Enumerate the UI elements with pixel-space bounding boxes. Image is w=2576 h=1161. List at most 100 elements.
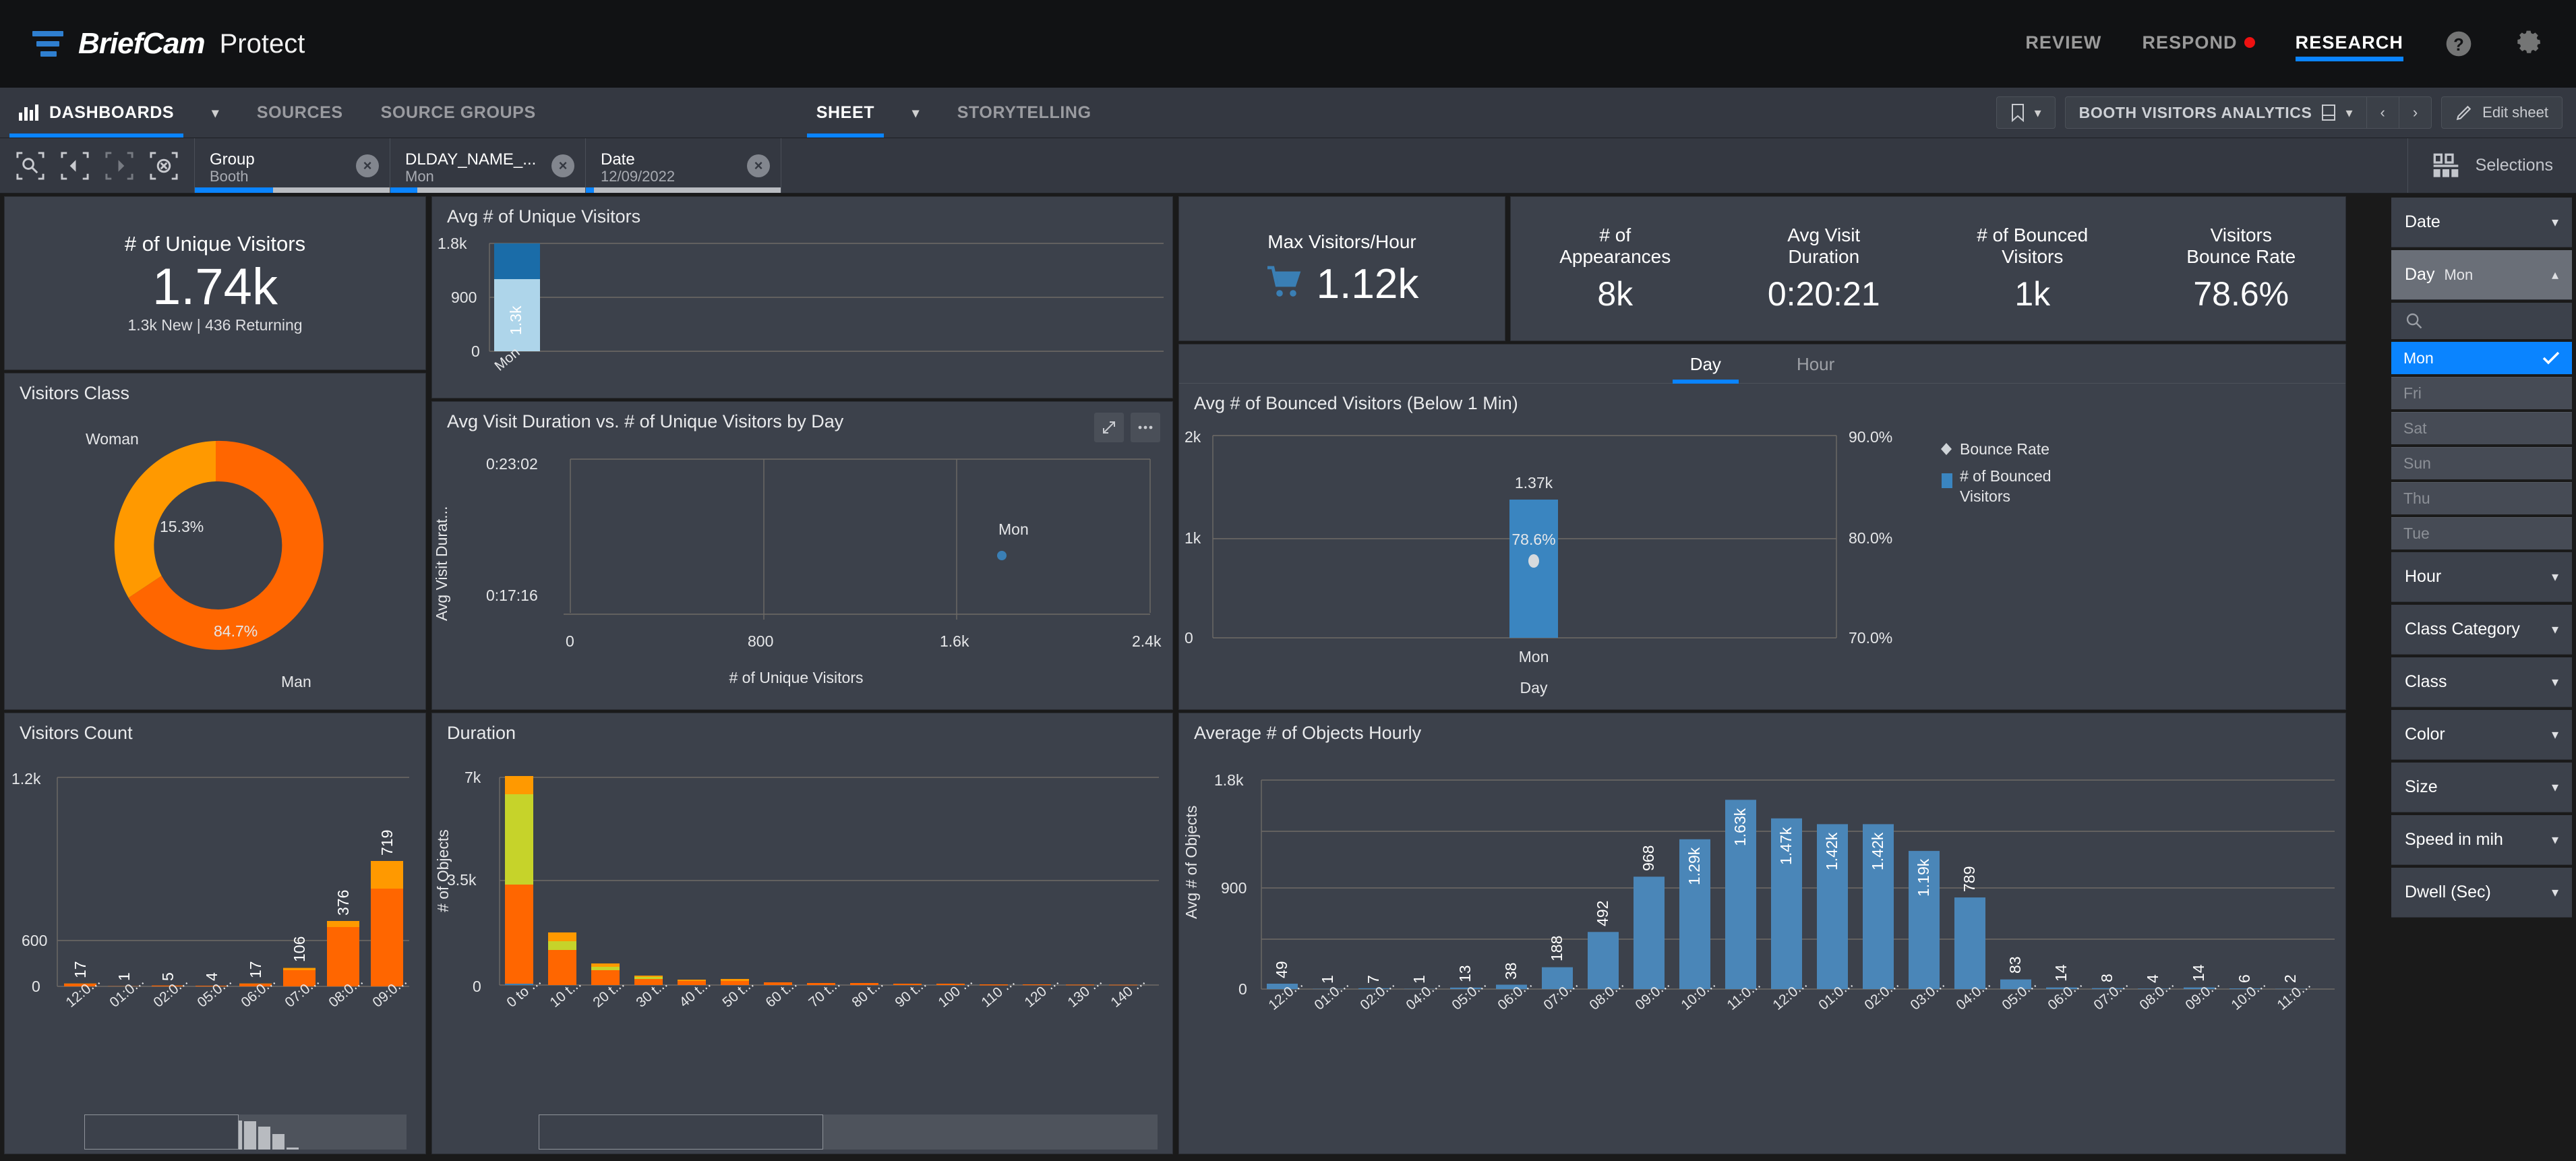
brand-logo: BriefCam Protect — [32, 27, 305, 61]
donut-label-man: Man — [281, 673, 311, 690]
duration-title: Duration — [432, 713, 1172, 744]
avg-objects-hourly-title: Average # of Objects Hourly — [1179, 713, 2345, 744]
filter-speed[interactable]: Speed in mih ▾ — [2391, 815, 2572, 865]
bar-value-label: 1.37k — [1515, 474, 1553, 492]
svg-text:90 t...: 90 t... — [892, 976, 929, 1010]
filter-day-option-sun[interactable]: Sun — [2391, 447, 2572, 479]
avg-objects-hourly-chart[interactable]: Avg # of Objects 1.8k 900 0 — [1179, 744, 2347, 1161]
edit-sheet-button[interactable]: Edit sheet — [2441, 96, 2563, 129]
filter-day-search[interactable] — [2391, 303, 2572, 339]
gear-icon[interactable] — [2514, 29, 2544, 59]
help-icon[interactable]: ? — [2444, 29, 2474, 59]
chevron-down-icon: ▾ — [2552, 726, 2558, 743]
nav-research[interactable]: RESEARCH — [2296, 15, 2403, 73]
filter-class[interactable]: Class ▾ — [2391, 657, 2572, 707]
prev-sheet-label: ‹ — [2380, 104, 2385, 121]
filter-day-option-thu[interactable]: Thu — [2391, 482, 2572, 514]
menu-bar: DASHBOARDS ▾ SOURCES SOURCE GROUPS SHEET… — [0, 88, 2576, 138]
donut-label-woman: Woman — [86, 430, 139, 448]
menu-sheet[interactable]: SHEET — [798, 88, 893, 138]
menu-sources[interactable]: SOURCES — [238, 88, 362, 138]
expand-icon[interactable] — [1094, 413, 1124, 442]
filter-size[interactable]: Size ▾ — [2391, 763, 2572, 812]
xtick: 0 — [566, 632, 574, 650]
bookmark-control[interactable]: ▾ — [1996, 96, 2056, 129]
filter-date[interactable]: Date ▾ — [2391, 198, 2572, 247]
edit-sheet-label: Edit sheet — [2482, 104, 2548, 121]
bookmark-button[interactable]: ▾ — [1997, 97, 2055, 128]
clear-dlday-filter-icon[interactable]: × — [551, 154, 574, 177]
filter-chip-date[interactable]: Date 12/09/2022 × — [586, 138, 781, 193]
primary-nav: REVIEW RESPOND RESEARCH ? — [2025, 15, 2544, 73]
filter-color[interactable]: Color ▾ — [2391, 710, 2572, 760]
filter-day-option-tue-label: Tue — [2403, 525, 2430, 543]
filter-day-option-fri[interactable]: Fri — [2391, 377, 2572, 409]
step-back-icon[interactable] — [54, 145, 96, 187]
prev-sheet-button[interactable]: ‹ — [2367, 97, 2399, 128]
tab-hour[interactable]: Hour — [1779, 345, 1852, 383]
nav-review[interactable]: REVIEW — [2025, 15, 2101, 73]
bar-chart-icon — [19, 105, 38, 121]
menu-sheet-label: SHEET — [816, 103, 874, 123]
visitors-count-chart[interactable]: 1.2k 600 0 17 1 5 4 — [5, 744, 427, 1148]
dashboards-dropdown[interactable]: ▾ — [193, 88, 238, 138]
avg-visit-duration-scatter-chart[interactable]: Avg Visit Durat... 0:23:02 0:17:16 Mon 0… — [432, 432, 1174, 709]
duration-scroll-track[interactable] — [539, 1114, 1158, 1150]
chevron-down-icon: ▾ — [2345, 105, 2352, 121]
avg-unique-visitors-chart[interactable]: 1.8k 900 0 1.3k Mon — [432, 227, 1174, 403]
more-icon[interactable] — [1131, 413, 1160, 442]
next-sheet-button[interactable]: › — [2399, 97, 2431, 128]
visitors-class-donut[interactable]: Woman 15.3% 84.7% Man — [5, 404, 427, 714]
chevron-down-icon: ▾ — [2552, 568, 2558, 585]
step-forward-icon[interactable] — [98, 145, 140, 187]
product-name: Protect — [220, 29, 305, 59]
tab-hour-label: Hour — [1797, 354, 1834, 374]
selection-search-icon[interactable] — [9, 145, 51, 187]
filter-dwell[interactable]: Dwell (Sec) ▾ — [2391, 868, 2572, 918]
ytick: 1k — [1185, 529, 1201, 547]
ytick: 0 — [1185, 629, 1193, 647]
filter-day-option-sat[interactable]: Sat — [2391, 412, 2572, 444]
kpi-bounced-visitors-value: 1k — [2014, 274, 2050, 314]
filter-class-category[interactable]: Class Category ▾ — [2391, 605, 2572, 655]
clear-all-icon[interactable] — [143, 145, 185, 187]
duration-chart[interactable]: # of Objects 7k 3.5k 0 — [432, 744, 1174, 1148]
filter-chip-dlday[interactable]: DLDAY_NAME_... Mon × — [390, 138, 586, 193]
filter-hour[interactable]: Hour ▾ — [2391, 552, 2572, 602]
filter-day-option-fri-label: Fri — [2403, 384, 2422, 403]
selections-button[interactable]: Selections — [2407, 138, 2576, 193]
svg-text:1.63k: 1.63k — [1731, 808, 1749, 846]
clear-group-filter-icon[interactable]: × — [356, 154, 379, 177]
avg-visit-duration-scatter-card: Avg Visit Duration vs. # of Unique Visit… — [431, 401, 1173, 710]
legend-marker-bounced-visitors — [1942, 473, 1952, 488]
menu-storytelling[interactable]: STORYTELLING — [938, 88, 1110, 138]
visitors-count-card: Visitors Count 1.2k 600 0 17 1 — [4, 713, 426, 1154]
svg-text:12:0...: 12:0... — [1265, 976, 1306, 1013]
sheet-dropdown[interactable]: ▾ — [893, 88, 938, 138]
tab-day[interactable]: Day — [1673, 345, 1739, 383]
menu-source-groups[interactable]: SOURCE GROUPS — [362, 88, 555, 138]
respond-alert-dot-icon — [2244, 37, 2255, 48]
filter-chip-group[interactable]: Group Booth × — [195, 138, 390, 193]
visitors-class-title: Visitors Class — [5, 374, 425, 404]
filter-day-option-tue[interactable]: Tue — [2391, 517, 2572, 549]
sheet-selector[interactable]: BOOTH VISITORS ANALYTICS ▾ ‹ › — [2065, 96, 2432, 129]
clear-date-filter-icon[interactable]: × — [747, 154, 770, 177]
chevron-down-icon: ▾ — [212, 105, 219, 121]
visitors-count-scroll-track[interactable] — [84, 1114, 407, 1150]
visitors-count-scroll-window[interactable] — [84, 1114, 239, 1150]
kpi-bounce-rate-label1: Visitors — [2211, 225, 2272, 246]
sheet-name-button[interactable]: BOOTH VISITORS ANALYTICS ▾ — [2066, 97, 2366, 128]
menu-sources-label: SOURCES — [257, 103, 343, 123]
kpi-bounced-visitors-label2: Visitors — [2002, 246, 2063, 268]
duration-scroll-window[interactable] — [539, 1114, 823, 1150]
kpi-avg-visit-duration-label1: Avg Visit — [1787, 225, 1860, 246]
bounced-visitors-chart[interactable]: 2k 1k 0 1.37k 78.6% 90.0% 80.0% 70.0% Mo… — [1179, 414, 2347, 717]
filter-day-option-mon[interactable]: Mon — [2391, 342, 2572, 374]
kpi-bounce-rate: Visitors Bounce Rate 78.6% — [2137, 197, 2346, 340]
menu-dashboards[interactable]: DASHBOARDS — [0, 88, 193, 138]
filter-day[interactable]: Day Mon ▴ — [2391, 250, 2572, 300]
kpi-avg-visit-duration-label2: Duration — [1788, 246, 1859, 268]
nav-respond[interactable]: RESPOND — [2142, 15, 2254, 73]
edit-sheet-inner[interactable]: Edit sheet — [2442, 97, 2562, 128]
